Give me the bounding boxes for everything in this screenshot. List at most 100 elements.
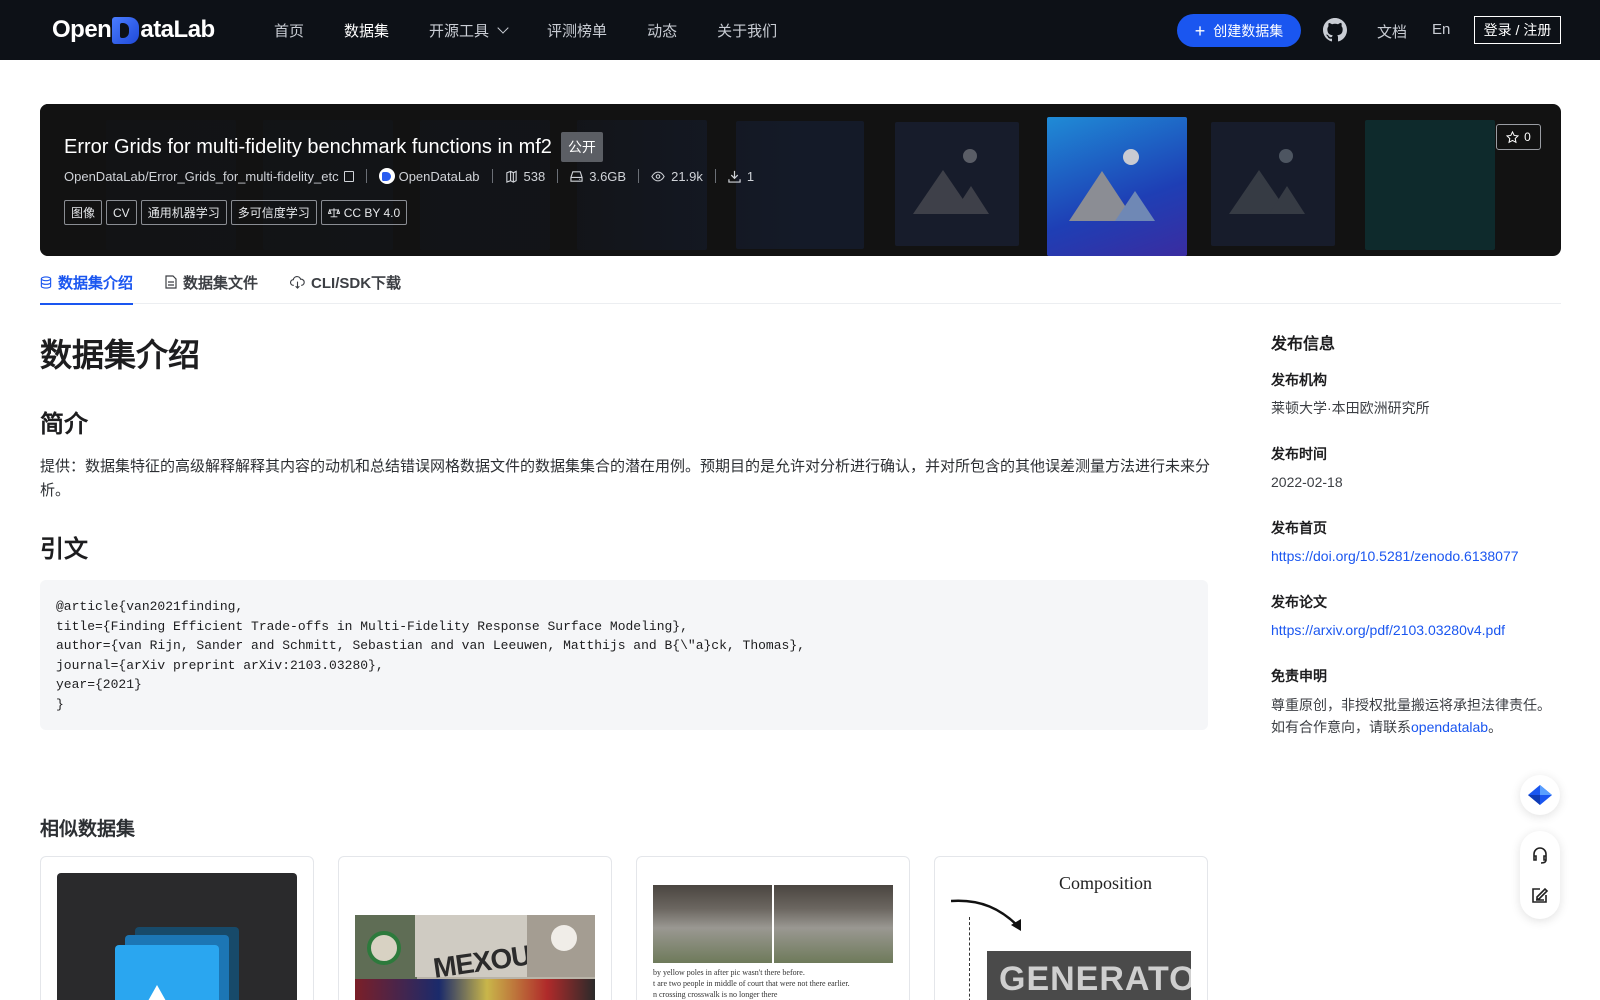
divider — [365, 169, 367, 183]
nav-link-datasets[interactable]: 数据集 — [344, 20, 389, 41]
thumb-emblem — [367, 931, 401, 965]
dataset-tags: 图像 CV 通用机器学习 多可信度学习 CC BY 4.0 — [64, 200, 411, 225]
paper-link[interactable]: https://arxiv.org/pdf/2103.03280v4.pdf — [1271, 619, 1561, 641]
publish-date-value: 2022-02-18 — [1271, 474, 1343, 490]
dataset-size-value: 3.6GB — [589, 168, 627, 184]
repo-path: OpenDataLab/Error_Grids_for_multi-fideli… — [64, 169, 354, 184]
disclaimer-end: 。 — [1488, 719, 1503, 735]
chevron-down-icon — [497, 22, 509, 34]
nav-link-about[interactable]: 关于我们 — [717, 20, 777, 41]
logo-text-left: Open — [52, 16, 112, 43]
copy-icon[interactable] — [343, 170, 354, 182]
thumb-strip — [355, 979, 595, 1000]
page-title: 数据集介绍 — [40, 337, 201, 373]
card-thumbnail: Composition GENERATO — [951, 873, 1191, 1000]
banner-thumbnail — [1365, 120, 1495, 250]
divider — [714, 169, 716, 183]
nav-link-leaderboard[interactable]: 评测榜单 — [547, 20, 607, 41]
contact-link[interactable]: opendatalab — [1411, 719, 1488, 735]
opendatalab-logo[interactable]: Open ataLab — [52, 15, 215, 45]
edit-note-icon — [1532, 887, 1549, 903]
nav-link-label: 关于我们 — [717, 22, 778, 40]
tab-files[interactable]: 数据集文件 — [165, 266, 258, 304]
image-placeholder-icon — [913, 149, 989, 214]
tag[interactable]: 通用机器学习 — [140, 200, 227, 225]
publish-info-sidebar: 发布信息 发布机构 莱顿大学·本田欧洲研究所 发布时间 2022-02-18 发… — [1271, 330, 1561, 735]
feedback-button[interactable] — [1520, 875, 1560, 915]
license-tag[interactable]: CC BY 4.0 — [320, 200, 408, 225]
section-heading-intro: 简介 — [40, 411, 88, 438]
dataset-banner: Error Grids for multi-fidelity benchmark… — [40, 104, 1561, 256]
star-button[interactable]: 0 — [1496, 124, 1541, 150]
thumb-dashed-line — [969, 917, 970, 1000]
banner-thumbnail — [1211, 122, 1335, 246]
homepage-link[interactable]: https://doi.org/10.5281/zenodo.6138077 — [1271, 545, 1561, 567]
card-thumb-text: Composition — [1059, 873, 1153, 893]
login-register-button[interactable]: 登录 / 注册 — [1474, 16, 1561, 44]
dataset-tabs: 数据集介绍 数据集文件 CLI/SDK下载 — [40, 266, 1561, 305]
org-link[interactable]: OpenDataLab — [378, 168, 480, 184]
tab-label: 数据集介绍 — [58, 274, 134, 292]
similar-dataset-card[interactable] — [40, 856, 314, 1000]
banner-thumbnail-featured — [1047, 117, 1187, 256]
files-icon — [505, 169, 517, 183]
image-placeholder-icon — [115, 927, 239, 1000]
card-thumb-caption: by yellow poles in after pic wasn't ther… — [653, 968, 850, 999]
tab-intro[interactable]: 数据集介绍 — [40, 266, 134, 305]
view-count: 21.9k — [651, 169, 703, 184]
create-dataset-button[interactable]: + 创建数据集 — [1177, 14, 1301, 47]
nav-link-news[interactable]: 动态 — [647, 20, 677, 41]
similar-dataset-card[interactable]: Composition GENERATO — [934, 856, 1208, 1000]
disclaimer-label: 免责申明 — [1271, 668, 1327, 684]
nav-link-label: 评测榜单 — [547, 22, 608, 40]
nav-link-home[interactable]: 首页 — [274, 20, 304, 41]
tag[interactable]: CV — [106, 200, 137, 225]
eye-icon — [651, 171, 665, 181]
license-label: CC BY 4.0 — [343, 205, 401, 220]
similar-datasets-heading: 相似数据集 — [40, 819, 136, 840]
similar-dataset-card[interactable]: MEXOUT — [338, 856, 612, 1000]
database-icon — [40, 275, 52, 289]
dataset-meta: OpenDataLab/Error_Grids_for_multi-fideli… — [64, 168, 754, 184]
dataset-size: 3.6GB — [570, 169, 626, 184]
headset-icon — [1533, 847, 1547, 864]
intro-paragraph: 提供：数据集特征的高级解释解释其内容的动机和总结错误网格数据文件的数据集集合的潜… — [40, 458, 1211, 499]
create-dataset-label: 创建数据集 — [1213, 22, 1284, 39]
thumb-ball — [551, 925, 577, 951]
nav-link-label: 首页 — [274, 22, 305, 40]
divider — [491, 169, 493, 183]
plus-icon: + — [1194, 20, 1206, 41]
star-count: 0 — [1524, 130, 1531, 144]
similar-dataset-card[interactable]: by yellow poles in after pic wasn't ther… — [636, 856, 910, 1000]
visibility-badge: 公开 — [560, 132, 603, 162]
download-count-value: 1 — [746, 168, 755, 184]
paper-label: 发布论文 — [1271, 594, 1327, 610]
section-heading-citation: 引文 — [40, 536, 88, 563]
divider — [557, 169, 559, 183]
files-count: 538 — [505, 169, 545, 184]
language-switch[interactable]: En — [1432, 21, 1450, 38]
card-thumbnail: by yellow poles in after pic wasn't ther… — [653, 885, 893, 1000]
image-placeholder-icon — [1229, 149, 1305, 214]
tag[interactable]: 图像 — [64, 200, 103, 225]
publish-date-label: 发布时间 — [1271, 446, 1327, 462]
dataset-title: Error Grids for multi-fidelity benchmark… — [64, 135, 552, 158]
card-thumb-banner: GENERATO — [987, 951, 1191, 1000]
tab-cli-sdk[interactable]: CLI/SDK下载 — [290, 266, 401, 304]
image-placeholder-icon — [1069, 149, 1155, 221]
support-button[interactable] — [1520, 835, 1560, 875]
tag[interactable]: 多可信度学习 — [230, 200, 317, 225]
banner-thumbnail — [895, 122, 1019, 246]
github-icon[interactable] — [1323, 18, 1347, 42]
nav-docs-link[interactable]: 文档 — [1377, 21, 1407, 42]
nav-link-label: 开源工具 — [429, 22, 490, 40]
view-count-value: 21.9k — [671, 168, 703, 184]
publisher-value: 莱顿大学·本田欧洲研究所 — [1271, 400, 1430, 416]
floating-assistant[interactable] — [1520, 775, 1560, 815]
scale-icon — [327, 208, 340, 218]
nav-link-tools[interactable]: 开源工具 — [429, 20, 509, 41]
citation-code-block: @article{van2021finding, title={Finding … — [40, 580, 1208, 730]
homepage-label: 发布首页 — [1271, 520, 1327, 536]
download-count: 1 — [728, 169, 754, 184]
nav-link-label: 数据集 — [344, 22, 390, 40]
